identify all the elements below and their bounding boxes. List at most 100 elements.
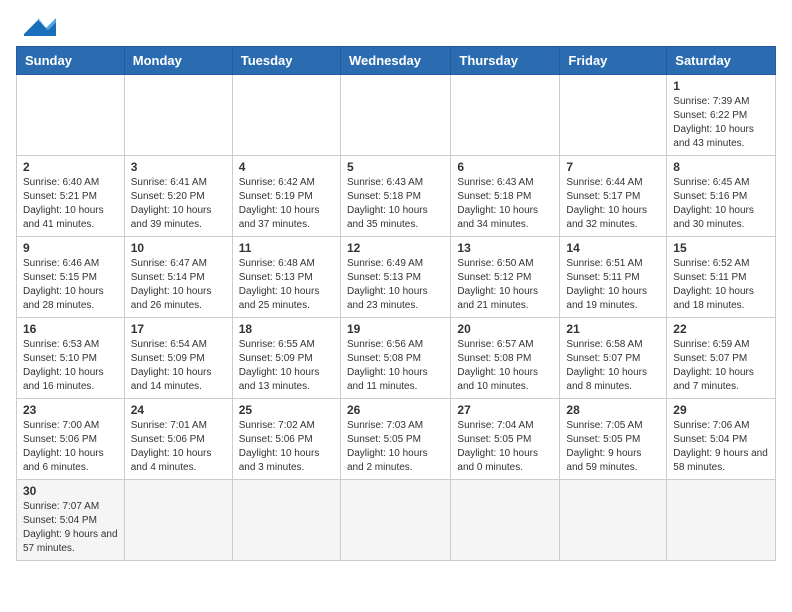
day-info: Sunrise: 6:52 AM Sunset: 5:11 PM Dayligh…	[673, 257, 769, 313]
day-number: 8	[673, 160, 769, 174]
day-info: Sunrise: 7:01 AM Sunset: 5:06 PM Dayligh…	[131, 419, 226, 475]
day-number: 6	[457, 160, 553, 174]
calendar-cell: 8 Sunrise: 6:45 AM Sunset: 5:16 PM Daylig…	[667, 156, 776, 237]
day-number: 17	[131, 322, 226, 336]
calendar-header-wednesday: Wednesday	[340, 47, 450, 75]
day-number: 22	[673, 322, 769, 336]
day-info: Sunrise: 6:59 AM Sunset: 5:07 PM Dayligh…	[673, 338, 769, 394]
calendar-cell	[560, 75, 667, 156]
day-info: Sunrise: 6:51 AM Sunset: 5:11 PM Dayligh…	[566, 257, 660, 313]
calendar-cell: 14 Sunrise: 6:51 AM Sunset: 5:11 PM Dayli…	[560, 237, 667, 318]
day-number: 9	[23, 241, 118, 255]
calendar-cell: 15 Sunrise: 6:52 AM Sunset: 5:11 PM Dayli…	[667, 237, 776, 318]
day-info: Sunrise: 6:46 AM Sunset: 5:15 PM Dayligh…	[23, 257, 118, 313]
calendar-cell: 2 Sunrise: 6:40 AM Sunset: 5:21 PM Daylig…	[17, 156, 125, 237]
calendar-cell: 25 Sunrise: 7:02 AM Sunset: 5:06 PM Dayli…	[232, 399, 340, 480]
calendar-cell: 22 Sunrise: 6:59 AM Sunset: 5:07 PM Dayli…	[667, 318, 776, 399]
day-info: Sunrise: 6:45 AM Sunset: 5:16 PM Dayligh…	[673, 176, 769, 232]
day-number: 21	[566, 322, 660, 336]
calendar-week-2: 2 Sunrise: 6:40 AM Sunset: 5:21 PM Daylig…	[17, 156, 776, 237]
day-info: Sunrise: 6:49 AM Sunset: 5:13 PM Dayligh…	[347, 257, 444, 313]
calendar-week-5: 23 Sunrise: 7:00 AM Sunset: 5:06 PM Dayli…	[17, 399, 776, 480]
calendar-week-3: 9 Sunrise: 6:46 AM Sunset: 5:15 PM Daylig…	[17, 237, 776, 318]
day-info: Sunrise: 6:43 AM Sunset: 5:18 PM Dayligh…	[347, 176, 444, 232]
logo	[16, 16, 56, 38]
day-info: Sunrise: 7:03 AM Sunset: 5:05 PM Dayligh…	[347, 419, 444, 475]
calendar-header-friday: Friday	[560, 47, 667, 75]
calendar-cell	[340, 480, 450, 561]
calendar-cell: 18 Sunrise: 6:55 AM Sunset: 5:09 PM Dayli…	[232, 318, 340, 399]
day-number: 20	[457, 322, 553, 336]
calendar-cell: 30Sunrise: 7:07 AM Sunset: 5:04 PM Dayli…	[17, 480, 125, 561]
calendar-cell	[232, 75, 340, 156]
calendar-cell: 24 Sunrise: 7:01 AM Sunset: 5:06 PM Dayli…	[124, 399, 232, 480]
calendar-cell	[232, 480, 340, 561]
day-number: 12	[347, 241, 444, 255]
calendar-cell: 20 Sunrise: 6:57 AM Sunset: 5:08 PM Dayli…	[451, 318, 560, 399]
day-info: Sunrise: 7:39 AM Sunset: 6:22 PM Dayligh…	[673, 95, 769, 151]
day-number: 18	[239, 322, 334, 336]
calendar-cell	[17, 75, 125, 156]
calendar-cell: 19Sunrise: 6:56 AM Sunset: 5:08 PM Dayli…	[340, 318, 450, 399]
day-number: 16	[23, 322, 118, 336]
calendar-cell: 4 Sunrise: 6:42 AM Sunset: 5:19 PM Daylig…	[232, 156, 340, 237]
day-number: 28	[566, 403, 660, 417]
calendar-cell	[124, 75, 232, 156]
calendar-cell: 27Sunrise: 7:04 AM Sunset: 5:05 PM Dayli…	[451, 399, 560, 480]
calendar-cell	[124, 480, 232, 561]
calendar-cell: 13 Sunrise: 6:50 AM Sunset: 5:12 PM Dayli…	[451, 237, 560, 318]
day-number: 27	[457, 403, 553, 417]
day-number: 26	[347, 403, 444, 417]
day-number: 1	[673, 79, 769, 93]
day-info: Sunrise: 6:55 AM Sunset: 5:09 PM Dayligh…	[239, 338, 334, 394]
calendar-cell: 7Sunrise: 6:44 AM Sunset: 5:17 PM Daylig…	[560, 156, 667, 237]
calendar-cell	[340, 75, 450, 156]
calendar-cell: 12 Sunrise: 6:49 AM Sunset: 5:13 PM Dayli…	[340, 237, 450, 318]
day-number: 14	[566, 241, 660, 255]
day-number: 23	[23, 403, 118, 417]
day-info: Sunrise: 6:40 AM Sunset: 5:21 PM Dayligh…	[23, 176, 118, 232]
calendar-cell: 1 Sunrise: 7:39 AM Sunset: 6:22 PM Daylig…	[667, 75, 776, 156]
calendar-week-4: 16 Sunrise: 6:53 AM Sunset: 5:10 PM Dayli…	[17, 318, 776, 399]
calendar-cell: 21Sunrise: 6:58 AM Sunset: 5:07 PM Dayli…	[560, 318, 667, 399]
calendar-cell	[667, 480, 776, 561]
day-number: 4	[239, 160, 334, 174]
page-header	[16, 16, 776, 38]
calendar-cell: 6Sunrise: 6:43 AM Sunset: 5:18 PM Daylig…	[451, 156, 560, 237]
calendar-header-row: SundayMondayTuesdayWednesdayThursdayFrid…	[17, 47, 776, 75]
day-number: 30	[23, 484, 118, 498]
day-number: 13	[457, 241, 553, 255]
calendar-week-6: 30Sunrise: 7:07 AM Sunset: 5:04 PM Dayli…	[17, 480, 776, 561]
calendar-header-tuesday: Tuesday	[232, 47, 340, 75]
calendar-cell	[451, 75, 560, 156]
day-number: 2	[23, 160, 118, 174]
calendar-cell: 3Sunrise: 6:41 AM Sunset: 5:20 PM Daylig…	[124, 156, 232, 237]
day-number: 25	[239, 403, 334, 417]
day-info: Sunrise: 6:57 AM Sunset: 5:08 PM Dayligh…	[457, 338, 553, 394]
calendar-header-thursday: Thursday	[451, 47, 560, 75]
day-info: Sunrise: 7:02 AM Sunset: 5:06 PM Dayligh…	[239, 419, 334, 475]
calendar-cell	[451, 480, 560, 561]
day-number: 3	[131, 160, 226, 174]
day-number: 10	[131, 241, 226, 255]
calendar-cell	[560, 480, 667, 561]
day-info: Sunrise: 6:47 AM Sunset: 5:14 PM Dayligh…	[131, 257, 226, 313]
day-number: 11	[239, 241, 334, 255]
day-number: 19	[347, 322, 444, 336]
calendar-header-saturday: Saturday	[667, 47, 776, 75]
day-number: 24	[131, 403, 226, 417]
calendar-header-sunday: Sunday	[17, 47, 125, 75]
day-number: 5	[347, 160, 444, 174]
day-info: Sunrise: 6:53 AM Sunset: 5:10 PM Dayligh…	[23, 338, 118, 394]
day-info: Sunrise: 6:50 AM Sunset: 5:12 PM Dayligh…	[457, 257, 553, 313]
calendar-header-monday: Monday	[124, 47, 232, 75]
calendar-cell: 9 Sunrise: 6:46 AM Sunset: 5:15 PM Daylig…	[17, 237, 125, 318]
day-info: Sunrise: 6:54 AM Sunset: 5:09 PM Dayligh…	[131, 338, 226, 394]
calendar-cell: 16 Sunrise: 6:53 AM Sunset: 5:10 PM Dayli…	[17, 318, 125, 399]
calendar-cell: 5 Sunrise: 6:43 AM Sunset: 5:18 PM Daylig…	[340, 156, 450, 237]
day-number: 15	[673, 241, 769, 255]
day-info: Sunrise: 7:00 AM Sunset: 5:06 PM Dayligh…	[23, 419, 118, 475]
day-info: Sunrise: 6:48 AM Sunset: 5:13 PM Dayligh…	[239, 257, 334, 313]
day-info: Sunrise: 7:06 AM Sunset: 5:04 PM Dayligh…	[673, 419, 769, 475]
day-info: Sunrise: 6:42 AM Sunset: 5:19 PM Dayligh…	[239, 176, 334, 232]
